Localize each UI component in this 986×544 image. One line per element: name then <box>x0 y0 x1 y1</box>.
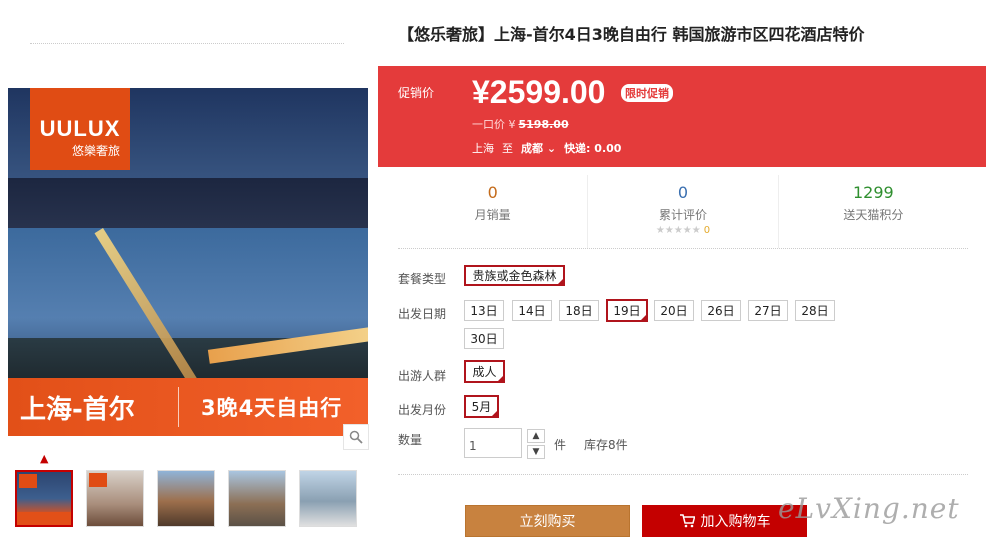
product-gallery: UULUX 悠樂奢旅 上海-首尔 3晚4天自由行 ▲ <box>0 0 378 544</box>
stat-monthly-sales: 0 月销量 <box>398 175 589 248</box>
thumbnail[interactable] <box>299 470 357 527</box>
quantity-input[interactable]: 1 <box>464 428 522 458</box>
date-option[interactable]: 20日 <box>654 300 694 321</box>
quantity-decrease-button[interactable]: ▼ <box>527 445 545 459</box>
quantity-unit: 件 <box>554 438 567 452</box>
date-option[interactable]: 28日 <box>795 300 835 321</box>
sales-stats: 0 月销量 0 累计评价 ★★★★★ 0 1299 送天猫积分 <box>398 175 968 249</box>
traveler-type-label: 出游人群 <box>398 369 447 383</box>
thumbnail[interactable] <box>86 470 144 527</box>
thumbnail[interactable] <box>228 470 286 527</box>
departure-date-label: 出发日期 <box>398 307 447 321</box>
date-option[interactable]: 18日 <box>559 300 599 321</box>
date-option[interactable]: 19日 <box>606 299 648 322</box>
promo-badge: 限时促销 <box>621 84 673 102</box>
magnifier-icon[interactable] <box>343 424 369 450</box>
divider <box>30 43 344 44</box>
departure-month-label: 出发月份 <box>398 403 447 417</box>
date-option[interactable]: 27日 <box>748 300 788 321</box>
route-to-city[interactable]: 成都 ⌄ <box>521 140 556 156</box>
stock-count: 库存8件 <box>584 438 628 452</box>
star-rating: ★★★★★ 0 <box>655 225 711 236</box>
shipping-fee: 快递: 0.00 <box>564 142 622 155</box>
quantity-label: 数量 <box>398 433 423 447</box>
product-info: 【悠乐奢旅】上海-首尔4日3晚自由行 韩国旅游市区四花酒店特价 促销价 ¥259… <box>378 0 986 544</box>
promo-price: ¥2599.00 <box>472 74 606 110</box>
package-type-label: 套餐类型 <box>398 272 447 286</box>
chevron-down-icon: ⌄ <box>546 142 557 155</box>
date-option[interactable]: 26日 <box>701 300 741 321</box>
promo-label: 促销价 <box>398 86 435 100</box>
buy-now-button[interactable]: 立刻购买 <box>465 505 630 537</box>
original-price-label: 一口价 ¥ <box>472 118 516 131</box>
route-to-word: 至 <box>502 142 513 155</box>
original-price: 一口价 ¥5198.00 <box>472 116 569 132</box>
main-product-image[interactable]: UULUX 悠樂奢旅 上海-首尔 3晚4天自由行 <box>8 88 368 448</box>
promo-panel: 促销价 ¥2599.00 限时促销 一口价 ¥5198.00 上海 至 成都 ⌄… <box>378 66 986 167</box>
delivery-route: 上海 至 成都 ⌄ 快递: 0.00 <box>472 140 621 156</box>
brand-logo: UULUX 悠樂奢旅 <box>30 88 130 170</box>
date-option[interactable]: 13日 <box>464 300 504 321</box>
package-option[interactable]: 贵族或金色森林 <box>464 265 565 286</box>
product-title: 【悠乐奢旅】上海-首尔4日3晚自由行 韩国旅游市区四花酒店特价 <box>398 25 865 44</box>
stat-reviews[interactable]: 0 累计评价 ★★★★★ 0 <box>588 175 779 248</box>
cart-icon <box>679 514 695 528</box>
month-option[interactable]: 5月 <box>464 395 499 418</box>
divider <box>398 474 968 475</box>
traveler-option[interactable]: 成人 <box>464 360 505 383</box>
watermark: eLvXing.net <box>778 492 960 525</box>
route-from: 上海 <box>472 142 494 155</box>
thumb-pointer-icon: ▲ <box>40 452 49 465</box>
quantity-increase-button[interactable]: ▲ <box>527 429 545 443</box>
stat-points: 1299 送天猫积分 <box>843 183 904 222</box>
thumbnail[interactable] <box>157 470 215 527</box>
date-option[interactable]: 30日 <box>464 328 504 349</box>
logo-text-en: UULUX <box>39 116 121 141</box>
thumbnail-strip <box>15 470 357 527</box>
thumbnail[interactable] <box>15 470 73 527</box>
banner-route: 上海-首尔 <box>20 394 135 425</box>
date-option[interactable]: 14日 <box>512 300 552 321</box>
original-price-value: 5198.00 <box>518 118 569 131</box>
banner-plan: 3晚4天自由行 <box>201 396 343 420</box>
logo-text-cn: 悠樂奢旅 <box>71 144 120 158</box>
image-banner: 上海-首尔 3晚4天自由行 <box>8 378 368 436</box>
